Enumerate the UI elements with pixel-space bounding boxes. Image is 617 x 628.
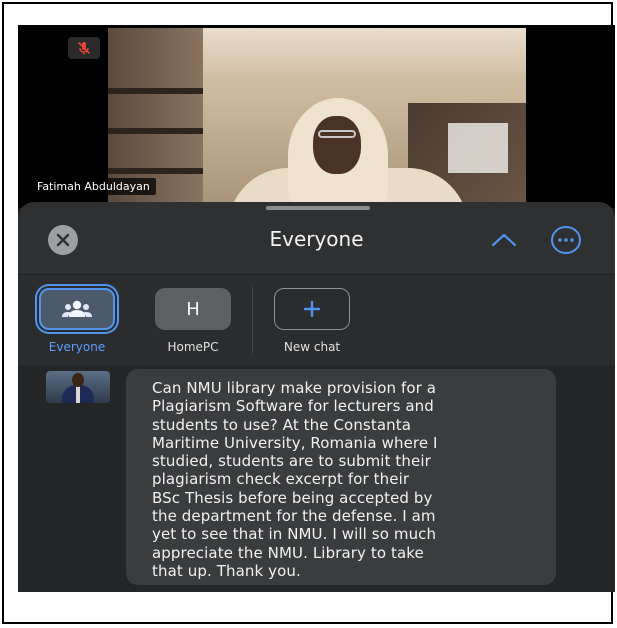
new-chat-button[interactable]: New chat: [267, 288, 357, 354]
chat-recipient-title: Everyone: [269, 227, 364, 251]
message-list[interactable]: Can NMU library make provision for a Pla…: [18, 365, 615, 592]
recipient-selector: Everyone H HomePC New chat: [18, 275, 615, 365]
chat-header: Everyone: [18, 214, 615, 274]
chat-message-bubble[interactable]: Can NMU library make provision for a Pla…: [126, 369, 556, 585]
new-chat-label: New chat: [283, 340, 341, 354]
new-chat-bubble: [274, 288, 350, 330]
recipient-everyone[interactable]: Everyone: [32, 288, 122, 354]
chat-panel: Everyone Everyone H HomePC New chat Can …: [18, 202, 615, 592]
recipient-divider: [252, 287, 253, 353]
more-options-button[interactable]: [548, 225, 584, 255]
drag-handle[interactable]: [266, 206, 370, 210]
recipient-homepc-initial: H: [186, 298, 200, 320]
chevron-up-icon: [491, 233, 517, 247]
close-chat-button[interactable]: [48, 225, 78, 255]
sender-avatar[interactable]: [46, 371, 110, 403]
recipient-homepc[interactable]: H HomePC: [148, 288, 238, 354]
participant-name-tag: Fatimah Abduldayan: [31, 178, 156, 195]
participant-video: [108, 28, 526, 208]
mute-indicator[interactable]: [68, 37, 100, 59]
mic-off-icon: [77, 41, 91, 55]
collapse-button[interactable]: [488, 228, 520, 252]
recipient-homepc-bubble: H: [155, 288, 231, 330]
recipient-homepc-label: HomePC: [167, 340, 219, 354]
recipient-everyone-label: Everyone: [48, 340, 106, 354]
group-icon: [62, 300, 92, 317]
recipient-everyone-bubble: [39, 288, 115, 330]
zoom-mobile-screen: Fatimah Abduldayan Everyone Everyone H H…: [18, 25, 615, 592]
close-icon: [56, 233, 70, 247]
plus-icon: [303, 300, 321, 318]
chat-message-text: Can NMU library make provision for a Pla…: [152, 379, 438, 580]
video-area: Fatimah Abduldayan: [18, 25, 615, 208]
more-options-icon: [551, 226, 581, 254]
